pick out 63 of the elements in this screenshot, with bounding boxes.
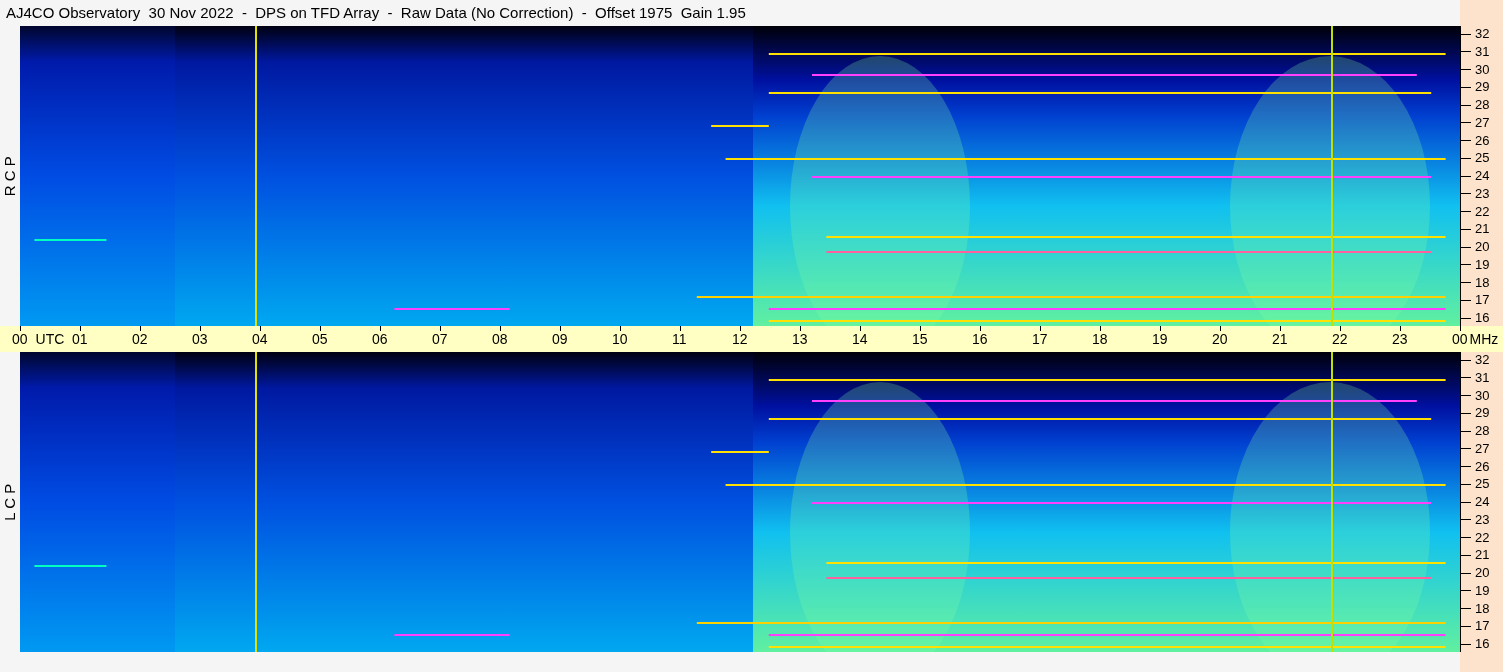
time-tick-label: 00	[12, 331, 28, 347]
time-tick-label: 04	[252, 331, 268, 347]
frequency-tick-label: 21	[1475, 221, 1490, 238]
frequency-tick-label: 26	[1475, 132, 1490, 149]
frequency-tick-label: 25	[1475, 476, 1490, 493]
frequency-tick-label: 21	[1475, 547, 1490, 564]
frequency-tick-label: 26	[1475, 458, 1490, 475]
frequency-tick-label: 25	[1475, 150, 1490, 167]
frequency-tick-label: 27	[1475, 114, 1490, 131]
time-tick-label: 10	[612, 331, 628, 347]
time-tick-label: 05	[312, 331, 328, 347]
frequency-tick-label: 31	[1475, 369, 1490, 386]
frequency-tick-label: 30	[1475, 387, 1490, 404]
frequency-tick-label: 18	[1475, 600, 1490, 617]
time-tick-label: 23	[1392, 331, 1408, 347]
time-tick-label: 11	[672, 331, 687, 347]
time-tick-label: 16	[972, 331, 988, 347]
frequency-tick-label: 23	[1475, 185, 1490, 202]
frequency-tick-label: 28	[1475, 97, 1490, 113]
time-tick-label: 13	[792, 331, 808, 347]
frequency-tick-label: 16	[1475, 636, 1490, 652]
time-tick-label: 19	[1152, 331, 1168, 347]
frequency-tick-label: 24	[1475, 494, 1490, 510]
time-tick-label: 01	[72, 331, 88, 347]
unit-label: MHz	[1469, 331, 1499, 347]
frequency-tick-label: 17	[1475, 618, 1490, 635]
polarization-label: L C P	[0, 483, 19, 521]
time-tick-label: 22	[1332, 331, 1348, 347]
time-tick-label: 03	[192, 331, 208, 347]
frequency-tick-label: 31	[1475, 43, 1490, 60]
time-tick-label: 12	[732, 331, 748, 347]
time-tick-label: 06	[372, 331, 388, 347]
time-tick-label: 00	[1452, 331, 1468, 347]
frequency-tick-label: 29	[1475, 405, 1490, 422]
time-tick-label: 21	[1272, 331, 1288, 347]
frequency-tick-label: 27	[1475, 440, 1490, 457]
frequency-tick-label: 28	[1475, 423, 1490, 439]
frequency-tick-label: 23	[1475, 511, 1490, 528]
frequency-tick-label: 24	[1475, 168, 1490, 184]
frequency-tick-label: 22	[1475, 203, 1490, 220]
frequency-tick-label: 19	[1475, 582, 1490, 599]
frequency-tick-label: 32	[1475, 26, 1490, 42]
frequency-tick-label: 32	[1475, 352, 1490, 368]
frequency-tick-label: 17	[1475, 292, 1490, 309]
frequency-tick-label: 22	[1475, 529, 1490, 546]
frequency-tick-label: 20	[1475, 565, 1490, 581]
time-tick-label: 14	[852, 331, 868, 347]
time-tick-label: 02	[132, 331, 148, 347]
time-tick-label: 15	[912, 331, 928, 347]
frequency-tick-label: 30	[1475, 61, 1490, 78]
time-tick-label: 09	[552, 331, 568, 347]
time-tick-label: 18	[1092, 331, 1108, 347]
time-tick-label: 07	[432, 331, 448, 347]
frequency-tick-label: 20	[1475, 239, 1490, 255]
time-tick-label: 20	[1212, 331, 1228, 347]
polarization-label: R C P	[0, 156, 19, 196]
frequency-tick-label: 29	[1475, 79, 1490, 96]
time-tick-label: 08	[492, 331, 508, 347]
timezone-label: UTC	[35, 331, 65, 347]
time-tick-label: 17	[1032, 331, 1048, 347]
frequency-tick-label: 18	[1475, 274, 1490, 291]
frequency-tick-label: 16	[1475, 310, 1490, 326]
frequency-tick-label: 19	[1475, 256, 1490, 273]
